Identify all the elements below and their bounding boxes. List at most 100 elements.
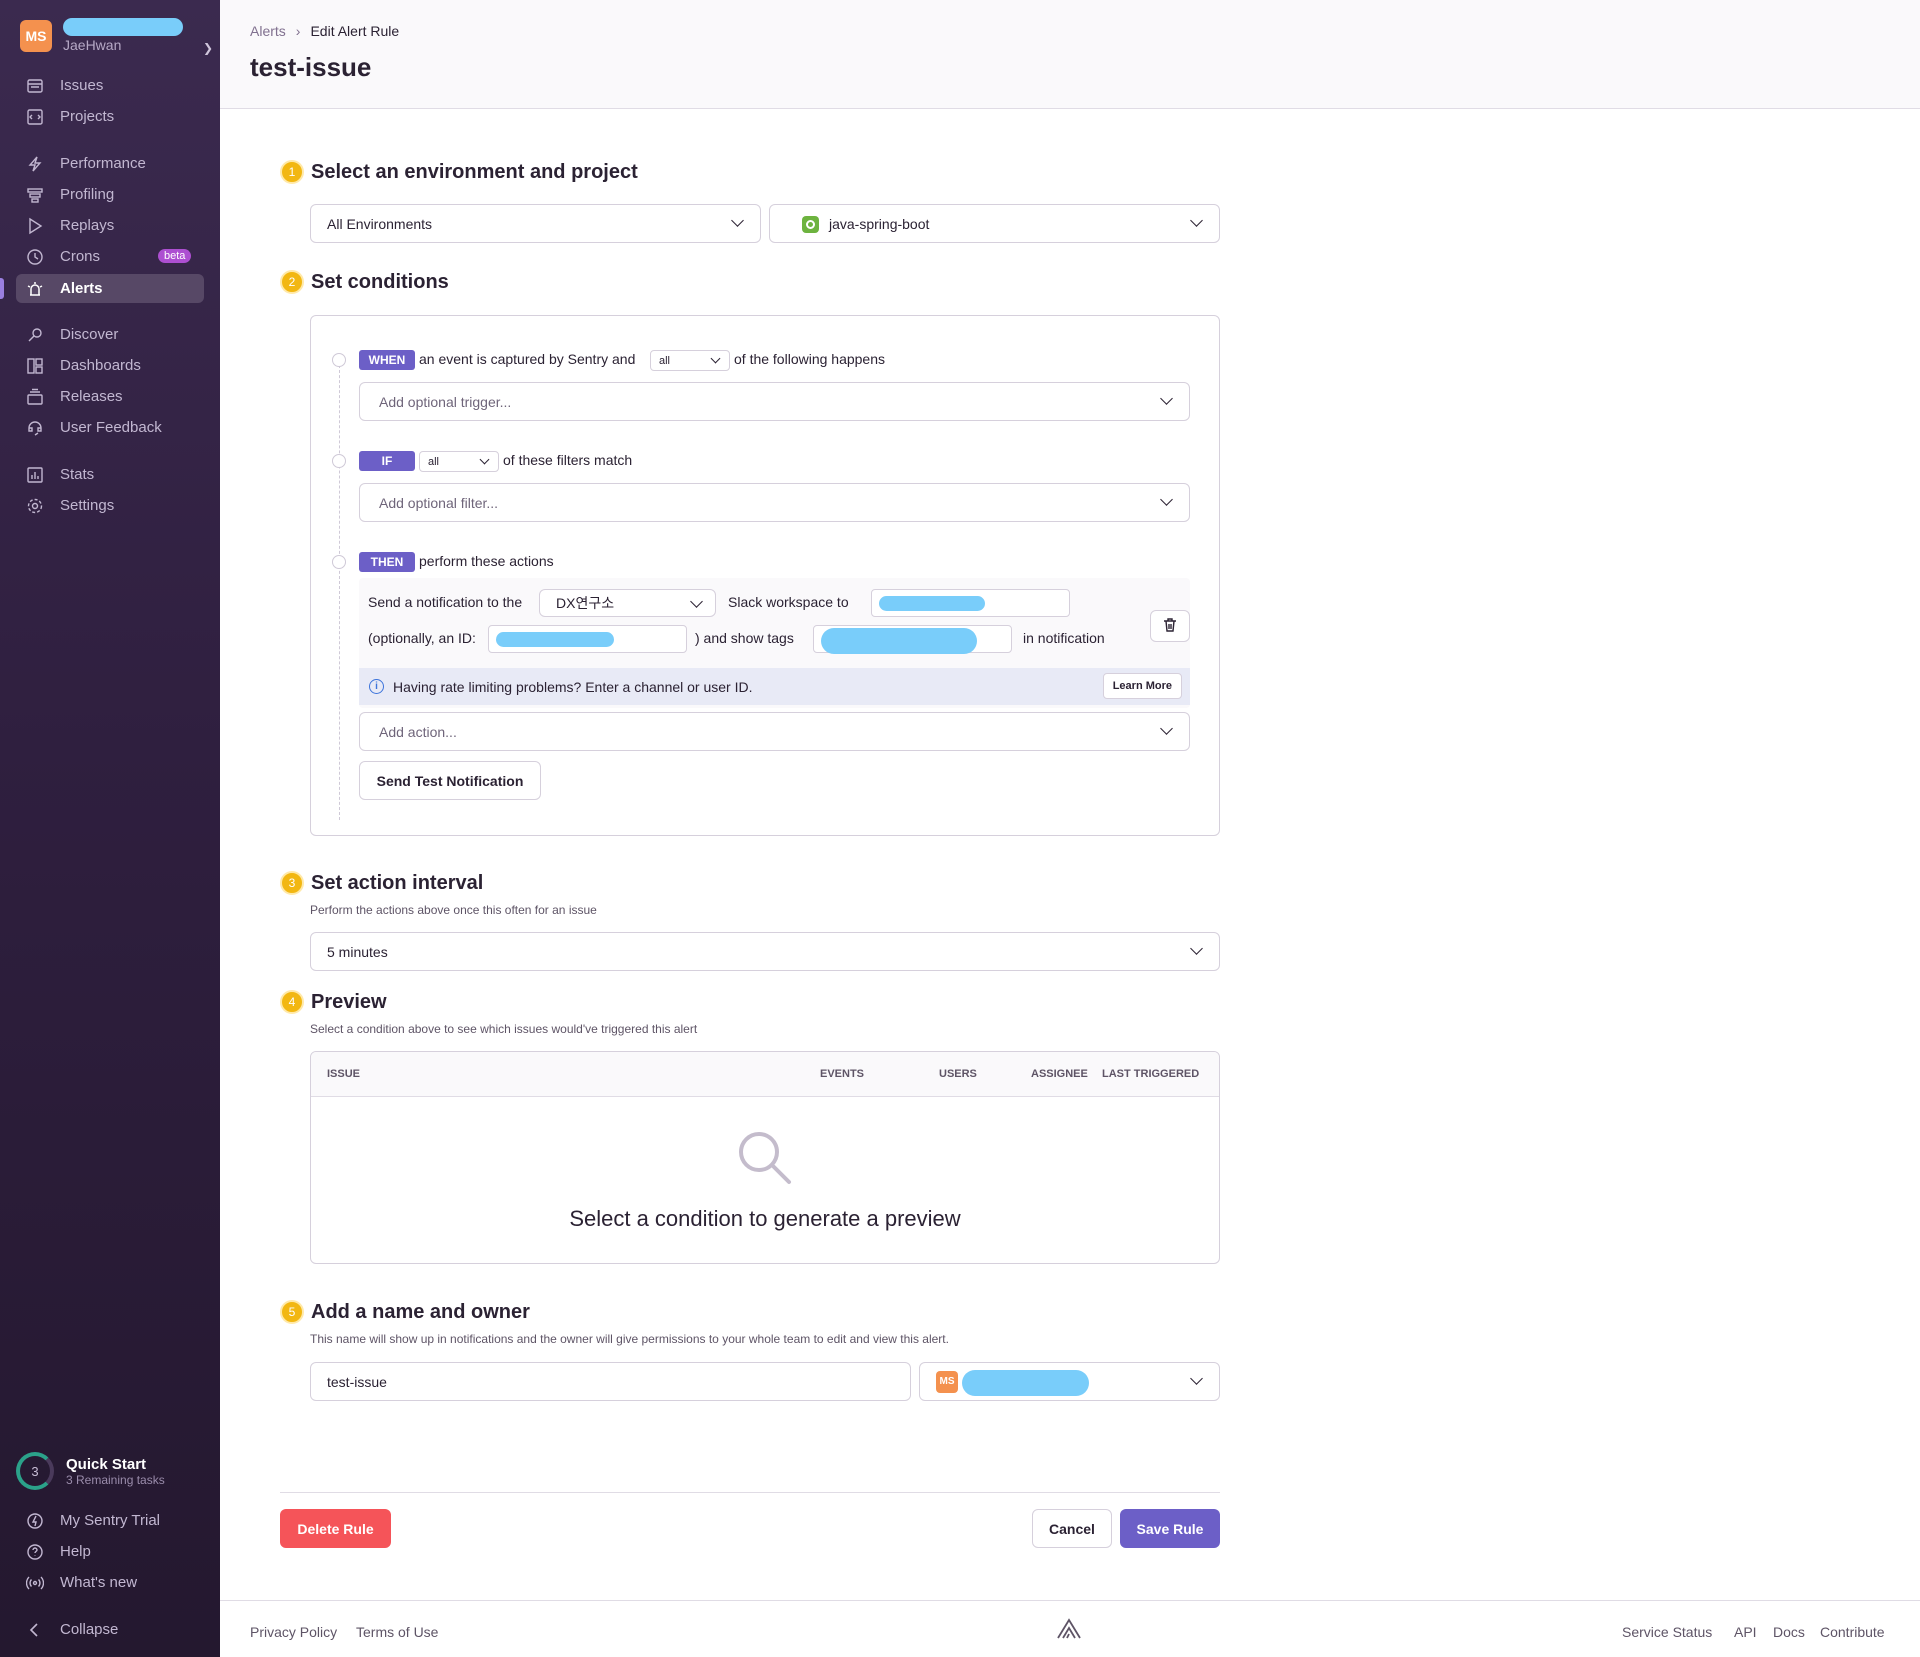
then-text-after: perform these actions (419, 553, 554, 569)
beta-badge: beta (158, 249, 192, 263)
sidebar-item-replays[interactable]: Replays (16, 211, 204, 240)
trial-icon (25, 1511, 45, 1531)
when-match-value: all (659, 354, 671, 367)
sidebar-item-dashboards[interactable]: Dashboards (16, 351, 204, 380)
workspace-label: Slack workspace to (728, 594, 849, 610)
sidebar-item-whats-new[interactable]: What's new (16, 1568, 204, 1597)
step-preview: 4 Preview (280, 990, 387, 1014)
page-title: test-issue (250, 52, 372, 82)
id-label: (optionally, an ID: (368, 630, 476, 646)
sidebar-item-discover[interactable]: Discover (16, 320, 204, 349)
step-conditions: 2 Set conditions (280, 270, 449, 294)
sidebar-item-stats[interactable]: Stats (16, 460, 204, 489)
sidebar-item-alerts[interactable]: Alerts (16, 274, 204, 303)
trigger-select[interactable]: Add optional trigger... (359, 382, 1190, 421)
when-text: an event is captured by Sentry and (419, 351, 636, 367)
chevron-down-icon (1160, 722, 1173, 735)
page-header: Alerts › Edit Alert Rule test-issue (220, 0, 1920, 109)
footer-docs-link[interactable]: Docs (1773, 1624, 1805, 1640)
step-title: Set conditions (311, 270, 449, 293)
environment-select[interactable]: All Environments (310, 204, 761, 243)
channel-input[interactable] (871, 589, 1070, 617)
if-match-select[interactable]: all (419, 451, 499, 472)
chevron-down-icon (479, 454, 490, 465)
quick-start[interactable]: 3 Quick Start 3 Remaining tasks (16, 1452, 165, 1490)
footer-privacy-link[interactable]: Privacy Policy (250, 1624, 337, 1640)
filter-select[interactable]: Add optional filter... (359, 483, 1190, 522)
sidebar-item-projects[interactable]: Projects (16, 102, 204, 131)
sidebar-item-label: Projects (60, 108, 115, 125)
send-test-notification-button[interactable]: Send Test Notification (359, 761, 541, 800)
collapse-icon (25, 1620, 45, 1640)
projects-icon (25, 107, 45, 127)
info-icon: i (369, 679, 384, 694)
crons-icon (25, 247, 45, 267)
add-action-placeholder: Add action... (379, 723, 457, 740)
footer-service-status-link[interactable]: Service Status (1622, 1624, 1712, 1640)
sidebar-item-my-sentry-trial[interactable]: My Sentry Trial (16, 1506, 204, 1535)
save-rule-button[interactable]: Save Rule (1120, 1509, 1220, 1548)
sidebar-item-label: Alerts (60, 280, 103, 297)
filter-placeholder: Add optional filter... (379, 494, 499, 511)
tags-input[interactable] (813, 625, 1012, 654)
learn-more-button[interactable]: Learn More (1102, 673, 1182, 699)
channel-id-input[interactable] (488, 625, 687, 653)
col-events: EVENTS (820, 1068, 865, 1080)
when-match-select[interactable]: all (650, 350, 730, 371)
rule-name-input[interactable]: test-issue (310, 1362, 911, 1401)
sidebar-item-profiling[interactable]: Profiling (16, 180, 204, 209)
in-notification-label: in notification (1023, 630, 1105, 646)
delete-rule-button[interactable]: Delete Rule (280, 1509, 391, 1548)
slack-workspace-select[interactable]: DX연구소 (539, 589, 716, 617)
sidebar-item-settings[interactable]: Settings (16, 491, 204, 520)
owner-select[interactable]: MS (919, 1362, 1220, 1401)
footer-api-link[interactable]: API (1734, 1624, 1757, 1640)
sidebar-item-performance[interactable]: Performance (16, 149, 204, 178)
col-last-triggered: LAST TRIGGERED (1102, 1068, 1200, 1080)
when-badge: WHEN (359, 350, 415, 370)
sidebar: MS JaeHwan ❯ Issues Projects Performance… (0, 0, 220, 1657)
sidebar-collapse[interactable]: Collapse (16, 1615, 204, 1644)
step-number: 2 (280, 270, 304, 294)
org-avatar: MS (20, 20, 52, 52)
step-description: Select a condition above to see which is… (310, 1022, 698, 1036)
interval-select[interactable]: 5 minutes (310, 932, 1220, 971)
project-select[interactable]: java-spring-boot (769, 204, 1220, 243)
footer-contribute-link[interactable]: Contribute (1820, 1624, 1885, 1640)
sidebar-item-issues[interactable]: Issues (16, 71, 204, 100)
conditions-panel: WHEN an event is captured by Sentry and … (310, 315, 1220, 836)
footer-terms-link[interactable]: Terms of Use (356, 1624, 438, 1640)
project-value: java-spring-boot (829, 215, 930, 232)
trigger-placeholder: Add optional trigger... (379, 393, 512, 410)
delete-action-button[interactable] (1150, 610, 1190, 642)
sidebar-item-user-feedback[interactable]: User Feedback (16, 413, 204, 442)
sidebar-item-crons[interactable]: Crons beta (16, 242, 204, 271)
sidebar-item-releases[interactable]: Releases (16, 382, 204, 411)
help-icon (25, 1542, 45, 1562)
breadcrumb-alerts[interactable]: Alerts (250, 23, 286, 39)
step-dot (332, 454, 346, 468)
col-users: USERS (939, 1068, 977, 1080)
step-name-owner: 5 Add a name and owner (280, 1300, 530, 1324)
add-action-select[interactable]: Add action... (359, 712, 1190, 751)
replays-icon (25, 216, 45, 236)
chevron-down-icon (731, 214, 744, 227)
step-title: Add a name and owner (311, 1300, 530, 1323)
if-match-value: all (428, 455, 440, 468)
chevron-down-icon (1190, 1372, 1203, 1385)
sidebar-item-help[interactable]: Help (16, 1537, 204, 1566)
org-switcher[interactable]: MS JaeHwan ❯ (20, 18, 213, 55)
col-issue: ISSUE (327, 1068, 361, 1080)
sidebar-item-label: Crons (60, 248, 101, 265)
breadcrumb-current: Edit Alert Rule (310, 23, 400, 39)
sidebar-item-label: Help (60, 1543, 91, 1560)
quick-start-title: Quick Start (66, 1455, 147, 1473)
sidebar-item-label: User Feedback (60, 419, 162, 436)
chevron-down-icon (1160, 392, 1173, 405)
chevron-down-icon (1160, 493, 1173, 506)
quick-start-subtitle: 3 Remaining tasks (66, 1472, 165, 1487)
step-number: 5 (280, 1300, 304, 1324)
cancel-button[interactable]: Cancel (1032, 1509, 1112, 1548)
chevron-down-icon (710, 353, 721, 364)
if-text-after: of these filters match (503, 452, 633, 468)
